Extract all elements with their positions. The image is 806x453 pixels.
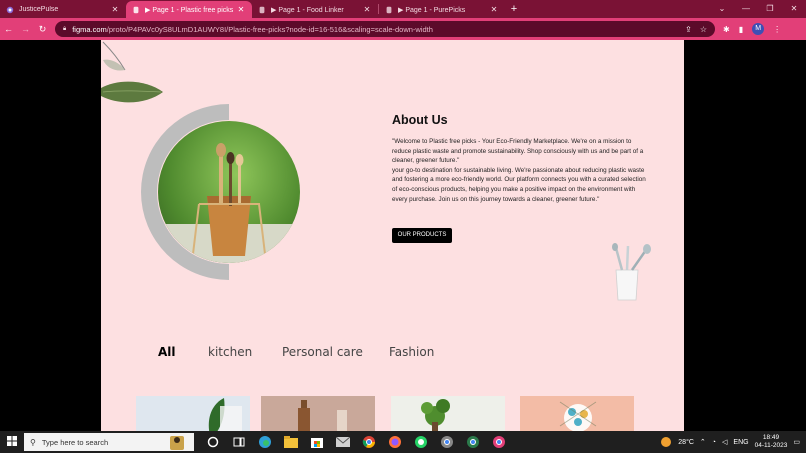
about-paragraph-2: your go-to destination for sustainable l… (392, 166, 646, 203)
menu-kebab-icon[interactable]: ⋮ (773, 25, 781, 34)
leaf-decoration-icon (101, 41, 163, 103)
minimize-icon[interactable]: — (734, 0, 758, 17)
mail-icon[interactable] (334, 433, 352, 451)
tab-search-icon[interactable]: ⌄ (710, 0, 734, 17)
bamboo-cutlery-image (141, 104, 300, 280)
firefox-icon[interactable] (386, 433, 404, 451)
notifications-icon[interactable]: ▭ (793, 438, 800, 446)
about-us-body: "Welcome to Plastic free picks - Your Ec… (392, 137, 652, 204)
filter-kitchen[interactable]: kitchen (208, 345, 252, 359)
search-placeholder: Type here to search (41, 437, 109, 447)
bookmark-star-icon[interactable]: ☆ (700, 25, 707, 34)
about-paragraph-1: "Welcome to Plastic free picks - Your Ec… (392, 138, 644, 165)
chevron-up-icon[interactable]: ⌃ (700, 438, 706, 446)
extensions-icon[interactable]: ✱ (723, 25, 730, 34)
product-card[interactable] (136, 396, 250, 431)
tab-title: ▶ Page 1 - Plastic free picks (145, 6, 234, 14)
tab-strip: JusticePulse ✕ ▶ Page 1 - Plastic free p… (0, 0, 806, 18)
window-controls: ⌄ — ❐ ✕ (710, 0, 806, 17)
address-bar[interactable]: 🔒︎ figma.com/proto/P4PAVc0yS8ULmD1AUWY8I… (55, 21, 715, 37)
product-card[interactable] (520, 396, 634, 431)
plant-product-image (136, 396, 250, 431)
weather-temperature[interactable]: 28°C (678, 439, 694, 446)
taskbar-search[interactable]: ⚲ Type here to search (24, 433, 194, 451)
figma-favicon-icon (133, 6, 139, 13)
tab-food-linker[interactable]: ▶ Page 1 - Food Linker ✕ (252, 1, 378, 18)
reload-icon[interactable]: ↻ (34, 24, 51, 35)
windows-logo-icon (7, 436, 17, 446)
filter-all[interactable]: All (158, 345, 176, 359)
chrome-profile-icon[interactable] (438, 433, 456, 451)
prototype-viewport: About Us "Welcome to Plastic free picks … (0, 40, 806, 431)
new-tab-button[interactable]: + (505, 3, 523, 15)
task-view-icon[interactable] (230, 433, 248, 451)
filter-fashion[interactable]: Fashion (389, 345, 434, 359)
filter-personal-care[interactable]: Personal care (282, 345, 363, 359)
start-button[interactable] (0, 433, 24, 451)
url-text[interactable]: figma.com/proto/P4PAVc0yS8ULmD1AUWY8I/Pl… (72, 25, 677, 34)
forward-icon[interactable]: → (17, 24, 34, 34)
bottles-product-image (261, 396, 375, 431)
windows-taskbar: ⚲ Type here to search 28°C ⌃ ◔ ◁ ENG 18:… (0, 431, 806, 453)
file-explorer-icon[interactable] (282, 433, 300, 451)
search-icon: ⚲ (30, 437, 36, 447)
tab-title: JusticePulse (19, 6, 59, 13)
network-icon[interactable]: ◔ (712, 439, 716, 446)
tab-purepicks[interactable]: ▶ Page 1 - PurePicks ✕ (379, 1, 505, 18)
tab-title: ▶ Page 1 - PurePicks (398, 6, 466, 14)
search-highlight-icon (170, 436, 184, 450)
close-tab-icon[interactable]: ✕ (236, 5, 246, 14)
url-path: /proto/P4PAVc0yS8ULmD1AUWY8I/Plastic-fre… (106, 24, 433, 34)
product-card[interactable] (391, 396, 505, 431)
page-canvas: About Us "Welcome to Plastic free picks … (101, 40, 684, 431)
lock-icon[interactable]: 🔒︎ (63, 26, 66, 33)
close-tab-icon[interactable]: ✕ (110, 5, 120, 14)
clock-date: 04-11-2023 (754, 442, 788, 449)
chrome-profile-icon[interactable] (490, 433, 508, 451)
speaker-icon[interactable]: ◁ (722, 438, 727, 446)
potted-plant-product-image (391, 396, 505, 431)
clock-time: 18:49 (762, 434, 780, 441)
tab-justicepulse[interactable]: JusticePulse ✕ (0, 1, 126, 18)
chrome-profile-icon[interactable] (464, 433, 482, 451)
share-icon[interactable]: ⇪ (685, 25, 692, 34)
weather-icon[interactable] (660, 436, 672, 448)
close-window-icon[interactable]: ✕ (782, 0, 806, 17)
back-icon[interactable]: ← (0, 24, 17, 34)
close-tab-icon[interactable]: ✕ (362, 5, 372, 14)
language-indicator[interactable]: ENG (733, 439, 748, 446)
cortana-icon[interactable] (204, 433, 222, 451)
category-filters: All kitchen Personal care Fashion (101, 345, 684, 365)
url-host: figma.com (72, 24, 107, 34)
profile-avatar[interactable]: M (752, 23, 765, 35)
our-products-button[interactable]: OUR PRODUCTS (392, 228, 452, 243)
decor-product-image (520, 396, 634, 431)
system-tray: 28°C ⌃ ◔ ◁ ENG 18:49 04-11-2023 ▭ (660, 431, 806, 453)
close-tab-icon[interactable]: ✕ (489, 5, 499, 14)
side-panel-icon[interactable]: ▮ (739, 25, 743, 34)
figma-favicon-icon (259, 6, 265, 13)
product-card[interactable] (261, 396, 375, 431)
whatsapp-icon[interactable] (412, 433, 430, 451)
chrome-icon[interactable] (360, 433, 378, 451)
restore-icon[interactable]: ❐ (758, 0, 782, 17)
utensil-holder-decoration-icon (612, 243, 651, 301)
figma-favicon-icon (386, 6, 392, 13)
clock[interactable]: 18:49 04-11-2023 (755, 434, 788, 450)
justicepulse-favicon-icon (6, 6, 14, 13)
browser-toolbar: ← → ↻ 🔒︎ figma.com/proto/P4PAVc0yS8ULmD1… (0, 18, 806, 40)
tab-plastic-free-picks[interactable]: ▶ Page 1 - Plastic free picks ✕ (126, 1, 252, 18)
store-icon[interactable] (308, 433, 326, 451)
about-us-heading: About Us (392, 113, 448, 127)
edge-icon[interactable] (256, 433, 274, 451)
tab-title: ▶ Page 1 - Food Linker (271, 6, 344, 14)
